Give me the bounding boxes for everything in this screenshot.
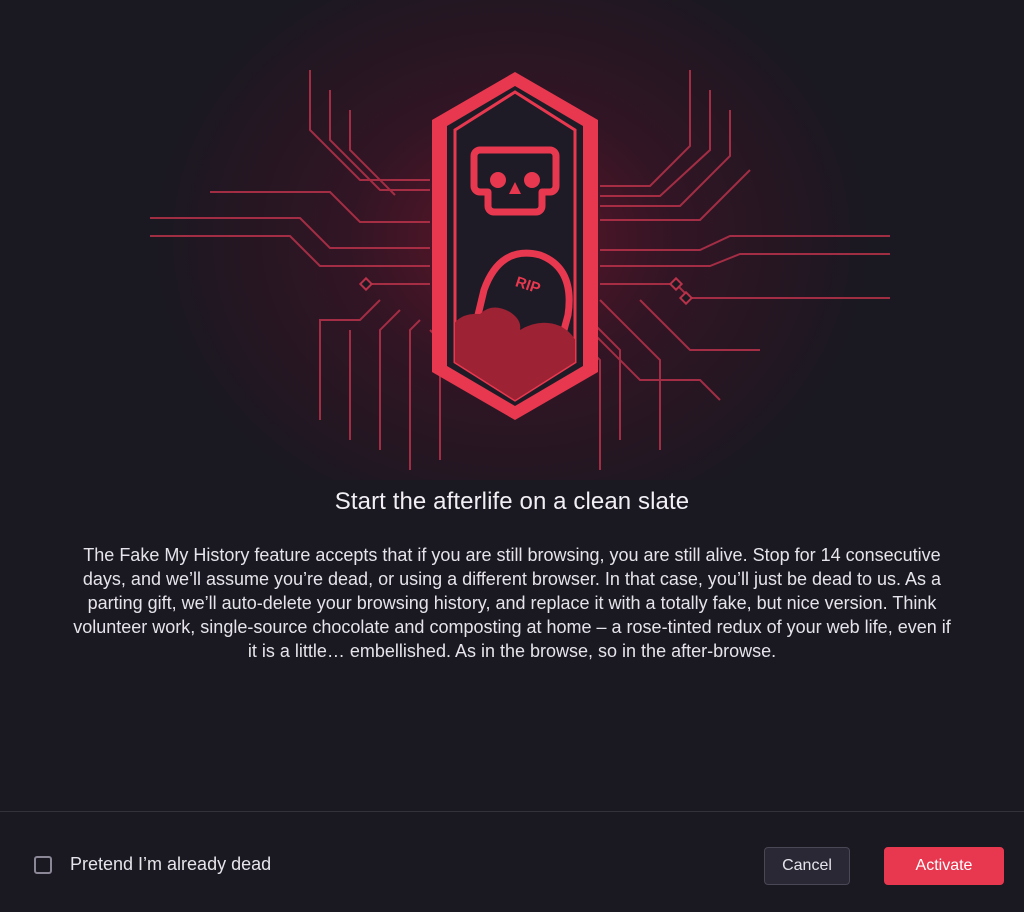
circuit-illustration: RIP [150,70,890,470]
pretend-dead-checkbox[interactable] [34,855,52,874]
fake-history-dialog: RIP Start the afterlife on a clean slate… [0,0,1024,912]
cancel-button[interactable]: Cancel [764,847,850,885]
dialog-footer: Pretend I’m already dead Cancel Activate [0,812,1024,912]
pretend-dead-checkbox-row[interactable]: Pretend I’m already dead [34,854,271,875]
pretend-dead-label: Pretend I’m already dead [70,854,272,874]
dialog-description: The Fake My History feature accepts that… [73,545,951,661]
activate-button[interactable]: Activate [884,847,1004,885]
dialog-title: Start the afterlife on a clean slate [334,488,690,515]
hero-illustration: RIP [0,0,1024,480]
